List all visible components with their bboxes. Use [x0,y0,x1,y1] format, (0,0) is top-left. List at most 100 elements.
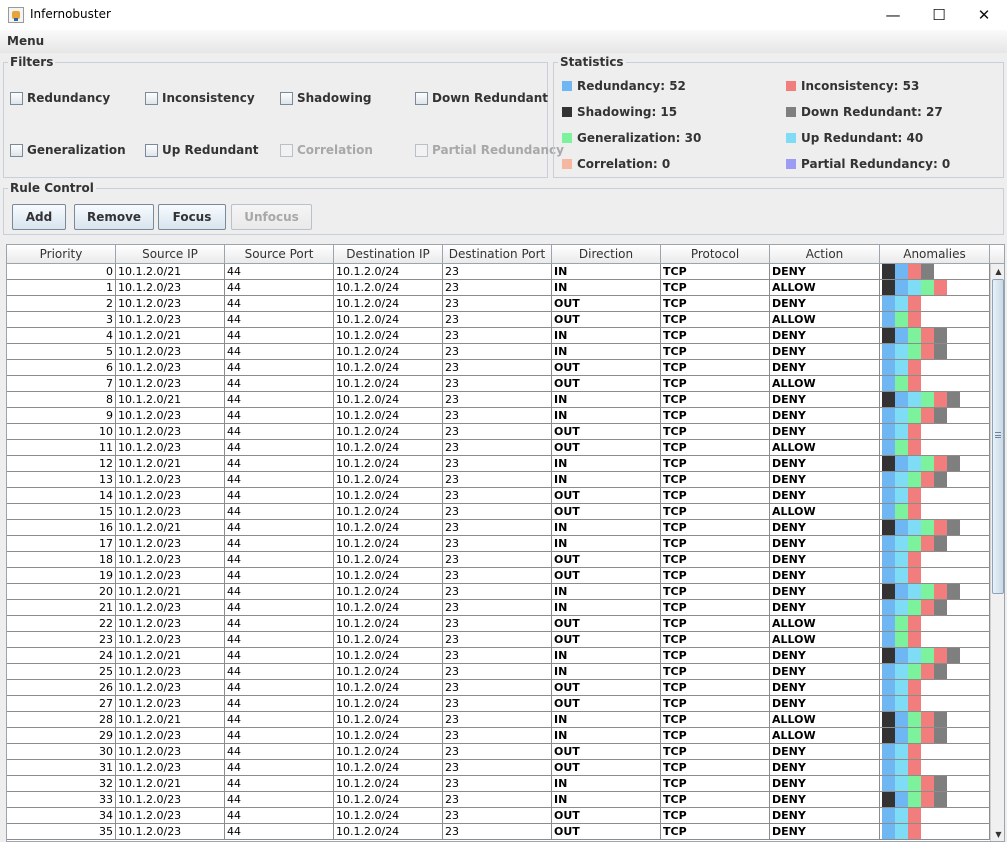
cell-destination-port[interactable]: 23 [443,584,552,600]
filter-redundancy[interactable]: Redundancy [10,91,110,105]
cell-action[interactable]: ALLOW [770,312,880,328]
cell-action[interactable]: DENY [770,424,880,440]
cell-protocol[interactable]: TCP [661,392,770,408]
scrollbar-thumb[interactable] [992,279,1004,594]
cell-destination-ip[interactable]: 10.1.2.0/24 [334,568,443,584]
cell-source-ip[interactable]: 10.1.2.0/23 [116,744,225,760]
cell-priority[interactable]: 23 [7,632,116,648]
table-row[interactable]: 17 10.1.2.0/23 44 10.1.2.0/24 23 IN TCP DENY [7,536,990,552]
cell-source-port[interactable]: 44 [225,680,334,696]
column-header-priority[interactable]: Priority [7,245,116,264]
cell-protocol[interactable]: TCP [661,616,770,632]
table-row[interactable]: 12 10.1.2.0/21 44 10.1.2.0/24 23 IN TCP DENY [7,456,990,472]
table-row[interactable]: 33 10.1.2.0/23 44 10.1.2.0/24 23 IN TCP DENY [7,792,990,808]
table-row[interactable]: 34 10.1.2.0/23 44 10.1.2.0/24 23 OUT TCP DENY [7,808,990,824]
cell-action[interactable]: ALLOW [770,504,880,520]
cell-direction[interactable]: OUT [552,312,661,328]
cell-direction[interactable]: OUT [552,680,661,696]
cell-action[interactable]: DENY [770,552,880,568]
column-header-destination-ip[interactable]: Destination IP [334,245,443,264]
cell-source-ip[interactable]: 10.1.2.0/21 [116,648,225,664]
cell-source-ip[interactable]: 10.1.2.0/21 [116,584,225,600]
cell-protocol[interactable]: TCP [661,760,770,776]
cell-source-ip[interactable]: 10.1.2.0/21 [116,712,225,728]
cell-destination-ip[interactable]: 10.1.2.0/24 [334,424,443,440]
cell-source-port[interactable]: 44 [225,616,334,632]
cell-destination-port[interactable]: 23 [443,744,552,760]
cell-protocol[interactable]: TCP [661,696,770,712]
cell-priority[interactable]: 29 [7,728,116,744]
cell-destination-ip[interactable]: 10.1.2.0/24 [334,472,443,488]
cell-anomalies[interactable] [880,600,990,616]
cell-action[interactable]: ALLOW [770,280,880,296]
cell-destination-ip[interactable]: 10.1.2.0/24 [334,504,443,520]
cell-action[interactable]: DENY [770,328,880,344]
cell-destination-port[interactable]: 23 [443,408,552,424]
cell-priority[interactable]: 30 [7,744,116,760]
cell-destination-ip[interactable]: 10.1.2.0/24 [334,360,443,376]
cell-protocol[interactable]: TCP [661,632,770,648]
cell-anomalies[interactable] [880,760,990,776]
cell-destination-port[interactable]: 23 [443,360,552,376]
cell-anomalies[interactable] [880,424,990,440]
cell-protocol[interactable]: TCP [661,312,770,328]
table-row[interactable]: 16 10.1.2.0/21 44 10.1.2.0/24 23 IN TCP DENY [7,520,990,536]
cell-direction[interactable]: OUT [552,616,661,632]
cell-source-ip[interactable]: 10.1.2.0/21 [116,392,225,408]
cell-destination-ip[interactable]: 10.1.2.0/24 [334,440,443,456]
cell-source-port[interactable]: 44 [225,712,334,728]
cell-priority[interactable]: 27 [7,696,116,712]
cell-protocol[interactable]: TCP [661,552,770,568]
cell-source-port[interactable]: 44 [225,568,334,584]
close-button[interactable]: ✕ [961,0,1007,30]
cell-destination-port[interactable]: 23 [443,568,552,584]
cell-protocol[interactable]: TCP [661,408,770,424]
scroll-up-arrow-icon[interactable]: ▲ [991,264,1004,279]
cell-priority[interactable]: 11 [7,440,116,456]
cell-source-port[interactable]: 44 [225,472,334,488]
cell-source-ip[interactable]: 10.1.2.0/23 [116,760,225,776]
cell-direction[interactable]: OUT [552,440,661,456]
cell-direction[interactable]: OUT [552,504,661,520]
cell-destination-port[interactable]: 23 [443,792,552,808]
cell-protocol[interactable]: TCP [661,728,770,744]
cell-source-ip[interactable]: 10.1.2.0/23 [116,344,225,360]
cell-source-ip[interactable]: 10.1.2.0/23 [116,488,225,504]
cell-priority[interactable]: 13 [7,472,116,488]
cell-destination-ip[interactable]: 10.1.2.0/24 [334,280,443,296]
cell-action[interactable]: DENY [770,344,880,360]
cell-source-ip[interactable]: 10.1.2.0/23 [116,376,225,392]
cell-priority[interactable]: 28 [7,712,116,728]
add-button[interactable]: Add [12,204,66,230]
cell-direction[interactable]: OUT [552,552,661,568]
cell-destination-ip[interactable]: 10.1.2.0/24 [334,616,443,632]
cell-action[interactable]: ALLOW [770,376,880,392]
cell-source-port[interactable]: 44 [225,504,334,520]
column-header-action[interactable]: Action [770,245,880,264]
cell-protocol[interactable]: TCP [661,648,770,664]
table-row[interactable]: 11 10.1.2.0/23 44 10.1.2.0/24 23 OUT TCP ALLOW [7,440,990,456]
column-header-direction[interactable]: Direction [552,245,661,264]
cell-destination-port[interactable]: 23 [443,440,552,456]
cell-source-ip[interactable]: 10.1.2.0/23 [116,408,225,424]
cell-priority[interactable]: 0 [7,264,116,280]
cell-destination-port[interactable]: 23 [443,520,552,536]
cell-anomalies[interactable] [880,376,990,392]
cell-action[interactable]: DENY [770,536,880,552]
cell-priority[interactable]: 21 [7,600,116,616]
cell-protocol[interactable]: TCP [661,584,770,600]
cell-protocol[interactable]: TCP [661,664,770,680]
filter-shadowing[interactable]: Shadowing [280,91,371,105]
cell-destination-ip[interactable]: 10.1.2.0/24 [334,648,443,664]
cell-direction[interactable]: IN [552,344,661,360]
cell-priority[interactable]: 34 [7,808,116,824]
cell-source-ip[interactable]: 10.1.2.0/21 [116,456,225,472]
cell-anomalies[interactable] [880,360,990,376]
cell-destination-ip[interactable]: 10.1.2.0/24 [334,776,443,792]
cell-action[interactable]: DENY [770,584,880,600]
table-row[interactable]: 21 10.1.2.0/23 44 10.1.2.0/24 23 IN TCP DENY [7,600,990,616]
cell-destination-port[interactable]: 23 [443,456,552,472]
cell-destination-port[interactable]: 23 [443,392,552,408]
cell-direction[interactable]: OUT [552,808,661,824]
cell-source-port[interactable]: 44 [225,808,334,824]
